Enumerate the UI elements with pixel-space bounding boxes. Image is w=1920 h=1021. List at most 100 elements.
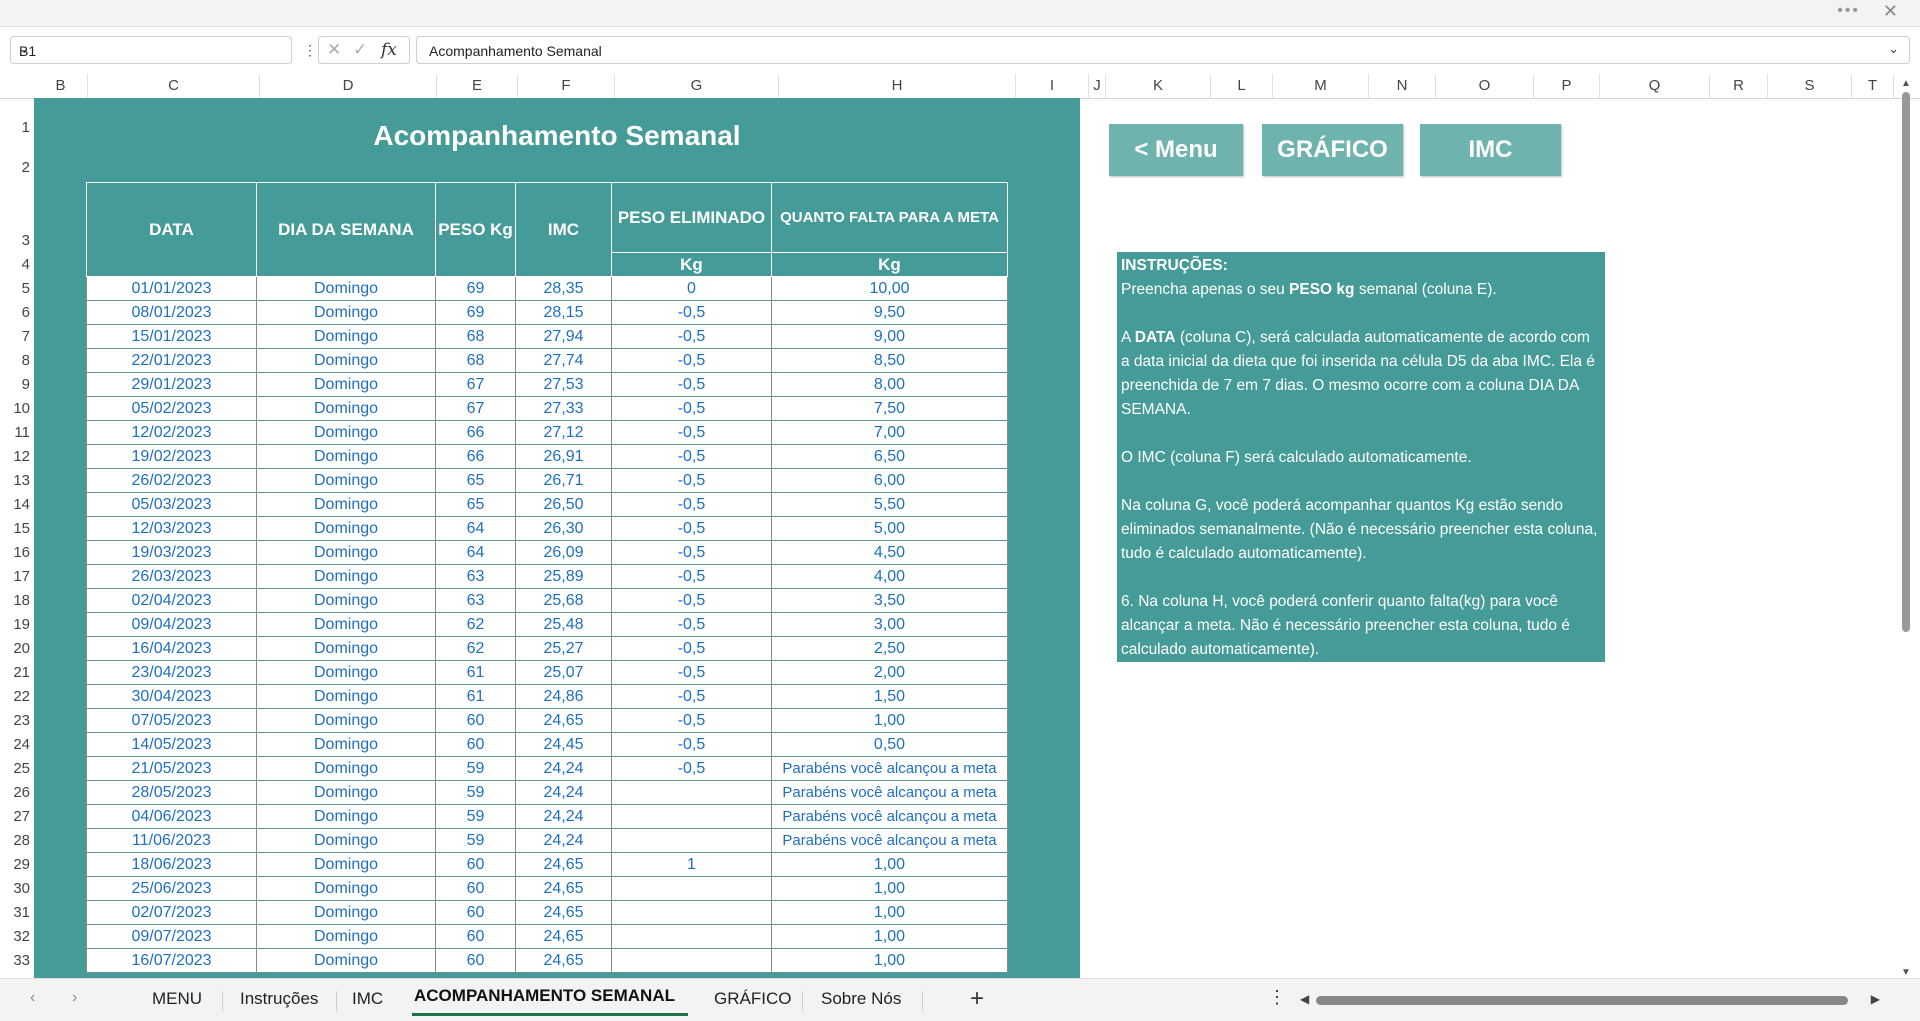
cell-imc[interactable]: 27,74 [515,348,612,373]
cell-eliminado[interactable]: -0,5 [611,372,772,397]
row-header[interactable]: 16 [0,544,30,561]
row-header[interactable]: 7 [0,328,30,345]
name-box[interactable]: B1 ⌄ [10,36,292,64]
cell-peso[interactable]: 63 [435,564,516,589]
scroll-left-icon[interactable]: ◀ [1300,992,1309,1006]
scroll-right-icon[interactable]: ▶ [1871,992,1880,1006]
scroll-down-icon[interactable]: ▼ [1901,967,1911,978]
cell-imc[interactable]: 27,53 [515,372,612,397]
cell-data[interactable]: 25/06/2023 [86,876,257,901]
row-header[interactable]: 15 [0,520,30,537]
row-header[interactable]: 24 [0,736,30,753]
cell-data[interactable]: 16/04/2023 [86,636,257,661]
cell-peso[interactable]: 60 [435,732,516,757]
cell-data[interactable]: 16/07/2023 [86,948,257,973]
prev-sheet-icon[interactable]: ‹ [30,989,35,1007]
cell-dia[interactable]: Domingo [256,612,436,637]
tab-acompanhamento-semanal[interactable]: ACOMPANHAMENTO SEMANAL [414,986,675,1006]
column-header[interactable]: J [1089,74,1106,98]
cell-eliminado[interactable] [611,900,772,925]
insert-function-icon[interactable]: fx [381,40,397,60]
cell-peso[interactable]: 68 [435,324,516,349]
cell-peso[interactable]: 67 [435,396,516,421]
cell-peso[interactable]: 69 [435,300,516,325]
cell-peso[interactable]: 59 [435,828,516,853]
cell-falta[interactable]: 5,50 [771,492,1008,517]
column-header[interactable]: D [260,74,437,98]
horizontal-scroll-thumb[interactable] [1316,996,1848,1005]
row-header[interactable]: 18 [0,592,30,609]
cell-peso[interactable]: 65 [435,468,516,493]
column-header[interactable]: G [615,74,779,98]
cell-data[interactable]: 18/06/2023 [86,852,257,877]
cell-falta[interactable]: Parabéns você alcançou a meta [771,756,1008,781]
cell-falta[interactable]: 8,50 [771,348,1008,373]
cell-dia[interactable]: Domingo [256,348,436,373]
cell-falta[interactable]: 8,00 [771,372,1008,397]
cell-eliminado[interactable]: -0,5 [611,396,772,421]
cell-imc[interactable]: 24,65 [515,900,612,925]
column-header[interactable]: T [1852,74,1894,98]
column-header[interactable]: M [1273,74,1369,98]
cell-data[interactable]: 22/01/2023 [86,348,257,373]
cell-dia[interactable]: Domingo [256,636,436,661]
row-header[interactable]: 33 [0,952,30,969]
row-header[interactable]: 31 [0,904,30,921]
cell-peso[interactable]: 60 [435,876,516,901]
header-peso-eliminado[interactable]: PESO ELIMINADO [611,182,772,253]
cell-dia[interactable]: Domingo [256,276,436,301]
cell-dia[interactable]: Domingo [256,468,436,493]
column-header[interactable]: B [34,74,88,98]
column-header[interactable]: P [1534,74,1600,98]
cell-peso[interactable]: 69 [435,276,516,301]
tabs-more-icon[interactable]: ⋮ [1268,987,1286,1008]
cell-data[interactable]: 14/05/2023 [86,732,257,757]
cell-falta[interactable]: 9,50 [771,300,1008,325]
header-data[interactable]: DATA [86,182,257,277]
cell-dia[interactable]: Domingo [256,924,436,949]
cell-dia[interactable]: Domingo [256,732,436,757]
cell-peso[interactable]: 60 [435,900,516,925]
cell-data[interactable]: 05/02/2023 [86,396,257,421]
cell-peso[interactable]: 60 [435,948,516,973]
grafico-button[interactable]: GRÁFICO [1262,124,1403,176]
cell-peso[interactable]: 64 [435,516,516,541]
column-header[interactable]: Q [1600,74,1710,98]
cell-falta[interactable]: Parabéns você alcançou a meta [771,804,1008,829]
cell-falta[interactable]: 1,00 [771,708,1008,733]
row-header[interactable]: 21 [0,664,30,681]
cell-data[interactable]: 28/05/2023 [86,780,257,805]
cell-dia[interactable]: Domingo [256,444,436,469]
cell-imc[interactable]: 24,24 [515,828,612,853]
cell-peso[interactable]: 59 [435,804,516,829]
next-sheet-icon[interactable]: › [72,989,77,1007]
cell-falta[interactable]: 1,50 [771,684,1008,709]
header-imc[interactable]: IMC [515,182,612,277]
cell-dia[interactable]: Domingo [256,708,436,733]
cell-falta[interactable]: 7,50 [771,396,1008,421]
row-header[interactable]: 8 [0,352,30,369]
cell-peso[interactable]: 63 [435,588,516,613]
row-header[interactable]: 17 [0,568,30,585]
menu-button[interactable]: < Menu [1109,124,1243,176]
cell-falta[interactable]: 1,00 [771,948,1008,973]
column-header[interactable]: I [1016,74,1089,98]
cell-imc[interactable]: 26,30 [515,516,612,541]
cell-imc[interactable]: 26,50 [515,492,612,517]
cell-peso[interactable]: 65 [435,492,516,517]
cell-imc[interactable]: 24,86 [515,684,612,709]
cell-data[interactable]: 05/03/2023 [86,492,257,517]
row-header[interactable]: 12 [0,448,30,465]
cell-dia[interactable]: Domingo [256,516,436,541]
cell-eliminado[interactable]: -0,5 [611,564,772,589]
cell-eliminado[interactable]: 1 [611,852,772,877]
scroll-up-icon[interactable]: ▲ [1901,78,1911,89]
cell-falta[interactable]: Parabéns você alcançou a meta [771,828,1008,853]
cell-eliminado[interactable] [611,828,772,853]
cell-dia[interactable]: Domingo [256,828,436,853]
cell-dia[interactable]: Domingo [256,780,436,805]
cell-data[interactable]: 09/04/2023 [86,612,257,637]
cell-falta[interactable]: 2,50 [771,636,1008,661]
header-falta-unit[interactable]: Kg [771,252,1008,277]
cell-falta[interactable]: 9,00 [771,324,1008,349]
